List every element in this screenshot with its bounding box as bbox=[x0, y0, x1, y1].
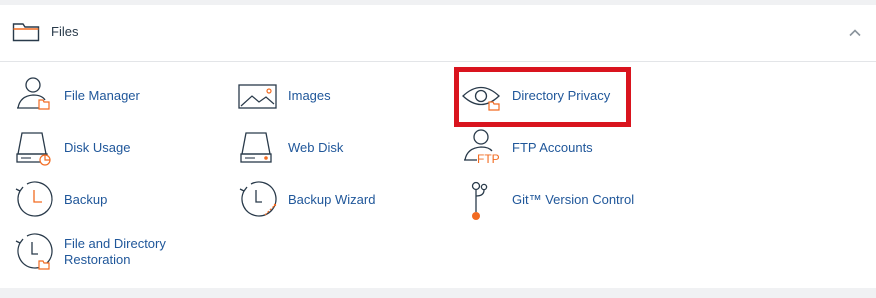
file-manager-icon bbox=[17, 77, 50, 110]
highlight-box bbox=[454, 67, 631, 127]
file-directory-restoration-label: File and Directory Restoration bbox=[64, 236, 166, 267]
web-disk-icon bbox=[240, 132, 272, 163]
images-link[interactable]: Images bbox=[238, 74, 388, 118]
backup-link[interactable]: Backup bbox=[14, 178, 194, 222]
ftp-accounts-link[interactable]: FTP FTP Accounts bbox=[462, 126, 622, 170]
folder-icon bbox=[12, 23, 40, 42]
svg-text:FTP: FTP bbox=[477, 152, 500, 166]
disk-usage-label: Disk Usage bbox=[64, 140, 131, 155]
git-version-control-icon bbox=[471, 181, 488, 220]
backup-label: Backup bbox=[64, 192, 108, 207]
web-disk-link[interactable]: Web Disk bbox=[238, 126, 388, 170]
git-version-control-link[interactable]: Git™ Version Control bbox=[462, 178, 652, 222]
section-title: Files bbox=[51, 24, 79, 39]
chevron-up-icon[interactable] bbox=[848, 26, 862, 40]
backup-wizard-link[interactable]: Backup Wizard bbox=[238, 178, 388, 222]
file-directory-restoration-icon bbox=[15, 233, 53, 270]
file-manager-link[interactable]: File Manager bbox=[14, 74, 194, 118]
backup-wizard-icon bbox=[239, 181, 277, 217]
backup-wizard-label: Backup Wizard bbox=[288, 192, 376, 207]
images-icon bbox=[238, 84, 277, 109]
disk-usage-link[interactable]: Disk Usage bbox=[14, 126, 194, 170]
files-section-header[interactable]: Files bbox=[0, 5, 876, 62]
files-panel: Files File Manager Images Directory Priv… bbox=[0, 5, 876, 288]
ftp-accounts-label: FTP Accounts bbox=[512, 140, 593, 155]
backup-icon bbox=[15, 181, 53, 217]
disk-usage-icon bbox=[16, 132, 51, 166]
images-label: Images bbox=[288, 88, 331, 103]
file-manager-label: File Manager bbox=[64, 88, 140, 103]
web-disk-label: Web Disk bbox=[288, 140, 344, 155]
file-directory-restoration-link[interactable]: File and Directory Restoration bbox=[14, 230, 194, 274]
ftp-accounts-icon: FTP bbox=[464, 129, 500, 166]
git-version-control-label: Git™ Version Control bbox=[512, 192, 635, 207]
